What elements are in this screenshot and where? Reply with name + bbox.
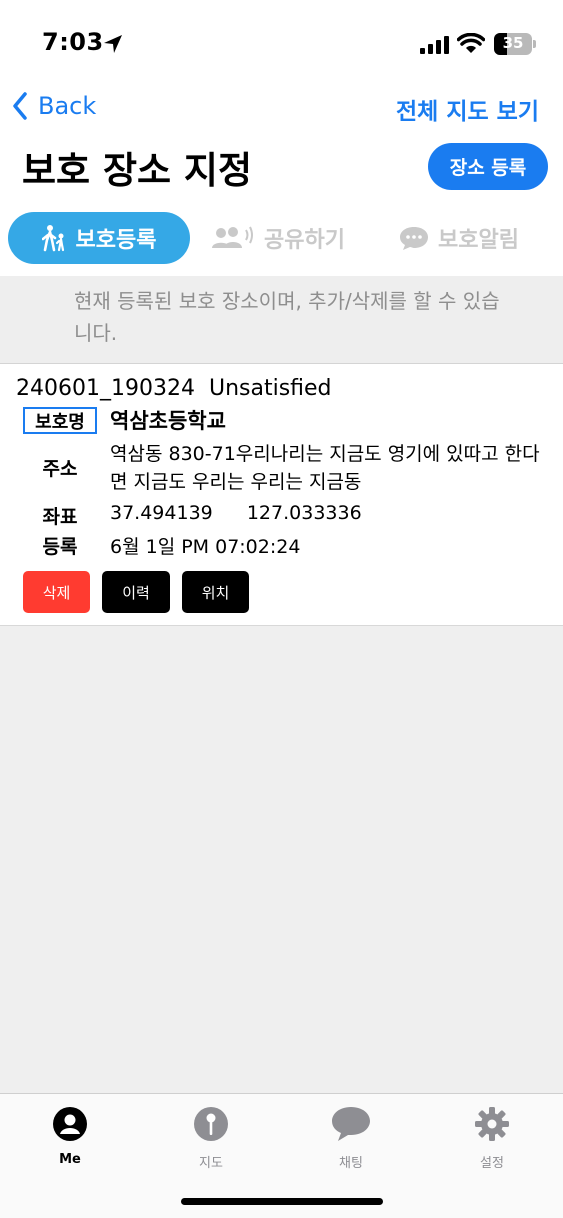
back-button[interactable]: Back xyxy=(12,92,96,120)
full-map-link[interactable]: 전체 지도 보기 xyxy=(396,92,539,126)
delete-button[interactable]: 삭제 xyxy=(23,571,90,613)
battery-indicator: 35 xyxy=(494,33,532,55)
history-button[interactable]: 이력 xyxy=(102,571,170,613)
tabbar-label-settings: 설정 xyxy=(480,1156,504,1171)
location-button[interactable]: 위치 xyxy=(182,571,249,613)
chevron-left-icon xyxy=(13,92,27,120)
battery-percent: 35 xyxy=(502,34,524,52)
tabbar-item-settings[interactable]: 설정 xyxy=(447,1104,537,1171)
latitude: 37.494139 xyxy=(110,502,213,524)
tabbar-label-me: Me xyxy=(59,1152,81,1167)
back-label: Back xyxy=(38,92,97,120)
place-name: 역삼초등학교 xyxy=(110,409,226,433)
registered-value: 6월 1일 PM 07:02:24 xyxy=(110,536,301,558)
register-place-button[interactable]: 장소 등록 xyxy=(428,143,548,190)
tab-protect-alert-label: 보호알림 xyxy=(438,228,519,253)
tabbar-item-map[interactable]: 지도 xyxy=(166,1104,256,1171)
address-value: 역삼동 830-71우리나리는 지금도 영기에 있따고 한다면 지금도 우리는 … xyxy=(110,443,540,493)
wifi-icon xyxy=(457,33,485,53)
tabbar-item-chat[interactable]: 채팅 xyxy=(306,1104,396,1171)
name-label: 보호명 xyxy=(23,407,97,434)
status-time: 7:03 xyxy=(42,28,104,56)
walking-person-icon xyxy=(41,225,64,252)
info-banner: 현재 등록된 보호 장소이며, 추가/삭제를 할 수 있습니다. xyxy=(0,276,563,364)
tab-share[interactable]: 공유하기 xyxy=(210,212,345,264)
location-arrow-icon xyxy=(104,35,122,53)
longitude: 127.033336 xyxy=(246,502,362,524)
address-label: 주소 xyxy=(42,458,78,480)
tab-protect-register-label: 보호등록 xyxy=(75,228,157,253)
record-header: 240601_190324 Unsatisfied xyxy=(16,376,332,401)
tab-protect-alert[interactable]: 보호알림 xyxy=(398,212,519,264)
cellular-signal-icon xyxy=(420,36,449,54)
chat-icon xyxy=(332,1107,370,1141)
record-status: Unsatisfied xyxy=(208,376,332,401)
tabbar-item-me[interactable]: Me xyxy=(25,1104,115,1167)
coords-label: 좌표 xyxy=(42,506,78,528)
map-pin-icon xyxy=(194,1107,228,1141)
record-id: 240601_190324 xyxy=(16,376,195,401)
chat-bubble-icon xyxy=(400,227,428,250)
person-icon xyxy=(53,1107,87,1141)
page-title: 보호 장소 지정 xyxy=(22,149,253,192)
tab-share-label: 공유하기 xyxy=(264,228,345,253)
coords-value: 37.494139 127.033336 xyxy=(110,502,362,524)
tab-protect-register[interactable]: 보호등록 xyxy=(8,212,190,264)
tabbar-label-chat: 채팅 xyxy=(339,1156,363,1171)
tabbar-label-map: 지도 xyxy=(199,1156,223,1171)
gear-icon xyxy=(475,1107,509,1141)
registered-label: 등록 xyxy=(42,536,78,558)
protected-place-card: 240601_190324 Unsatisfied 보호명 역삼초등학교 주소 … xyxy=(0,364,563,626)
info-text: 현재 등록된 보호 장소이며, 추가/삭제를 할 수 있습니다. xyxy=(74,289,500,345)
battery-cap xyxy=(533,40,536,48)
home-indicator xyxy=(181,1198,383,1205)
people-sound-icon xyxy=(212,226,253,248)
